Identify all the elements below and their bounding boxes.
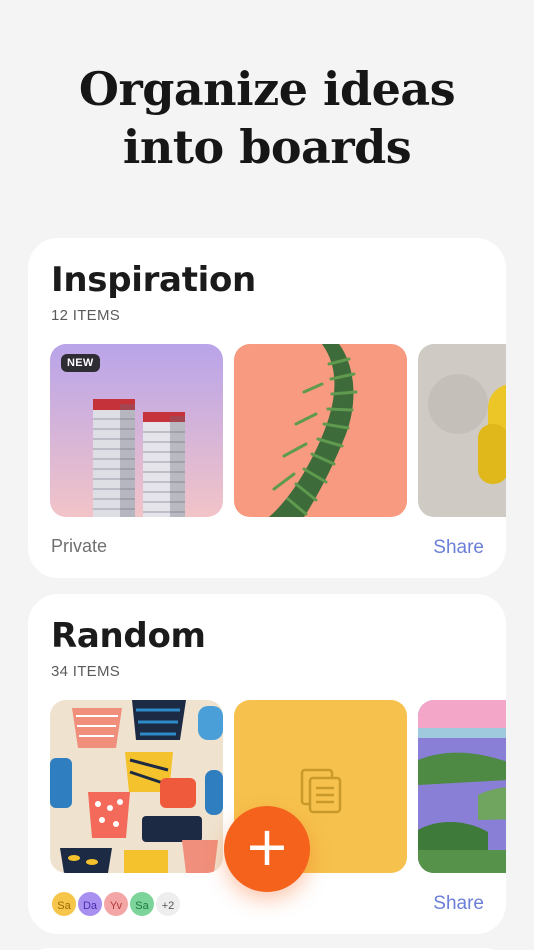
add-button[interactable]: + — [224, 806, 310, 892]
thumbnail-landscape[interactable] — [418, 700, 506, 873]
new-badge: NEW — [61, 354, 100, 372]
board-item-count: 12 ITEMS — [51, 307, 121, 324]
thumbnail-plant[interactable] — [234, 344, 407, 517]
board-thumbnails[interactable]: NEW — [50, 344, 506, 518]
thumbnail-buildings[interactable]: NEW — [50, 344, 223, 517]
board-card-inspiration[interactable]: Inspiration 12 ITEMS NEW Private Share — [28, 238, 506, 578]
chair-image — [418, 344, 506, 517]
share-button[interactable]: Share — [433, 537, 484, 559]
board-item-count: 34 ITEMS — [51, 663, 121, 680]
share-button[interactable]: Share — [433, 893, 484, 915]
headline-line-2: into boards — [122, 120, 412, 174]
board-privacy-label: Private — [51, 536, 108, 556]
board-title[interactable]: Inspiration — [51, 260, 256, 300]
avatar[interactable]: Da — [76, 890, 104, 918]
avatar[interactable]: Sa — [128, 890, 156, 918]
board-title[interactable]: Random — [51, 616, 206, 656]
headline: Organize ideas into boards — [0, 60, 534, 176]
landscape-image — [418, 700, 506, 873]
more-collaborators-count[interactable]: +2 — [154, 890, 182, 918]
avatar[interactable]: Yv — [102, 890, 130, 918]
headline-line-1: Organize ideas — [78, 62, 456, 116]
avatar[interactable]: Sa — [50, 890, 78, 918]
pattern-image — [50, 700, 223, 873]
plant-image — [234, 344, 407, 517]
thumbnail-chair[interactable] — [418, 344, 506, 517]
thumbnail-pattern[interactable] — [50, 700, 223, 873]
